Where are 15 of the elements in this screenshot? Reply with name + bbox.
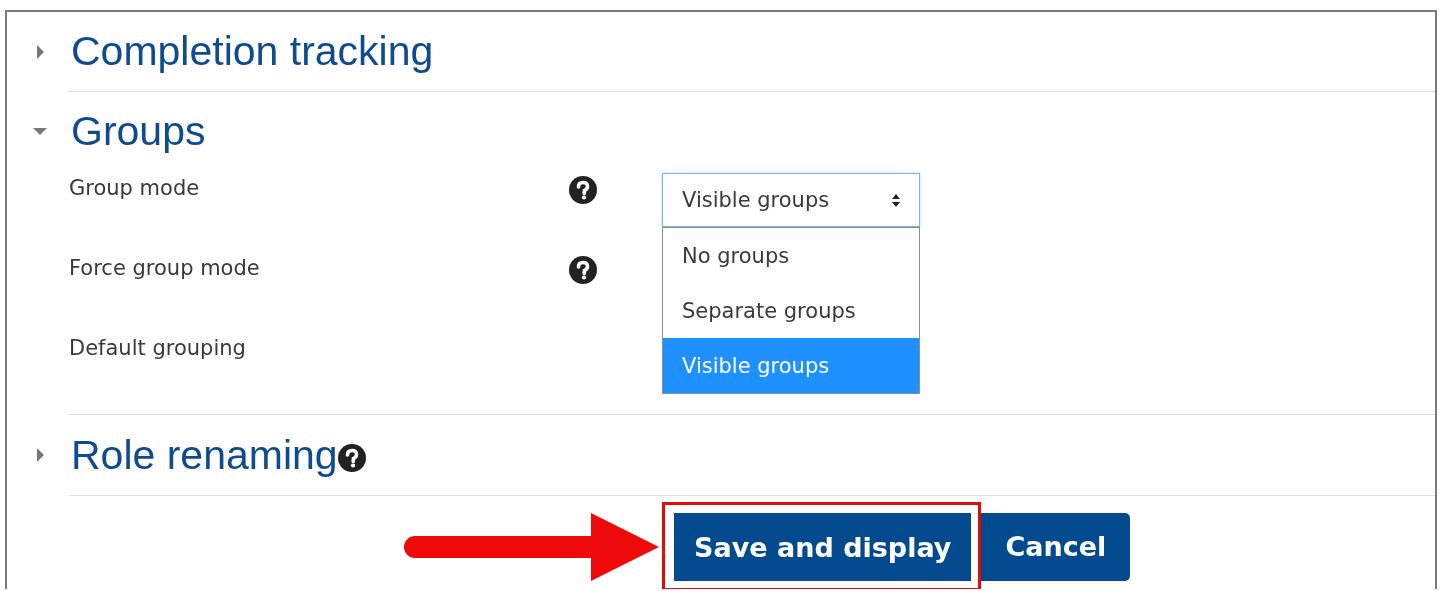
cancel-button[interactable]: Cancel bbox=[981, 512, 1131, 581]
select-field[interactable]: Visible groups bbox=[662, 173, 920, 227]
help-icon[interactable] bbox=[569, 256, 597, 284]
dropdown-option[interactable]: Separate groups bbox=[663, 283, 919, 338]
section-title[interactable]: Role renaming bbox=[71, 431, 338, 479]
dropdown-option[interactable]: No groups bbox=[663, 228, 919, 283]
help-icon[interactable] bbox=[337, 444, 366, 472]
save-button[interactable]: Save and display bbox=[674, 513, 972, 581]
help-icon[interactable] bbox=[569, 176, 597, 204]
field-label: Group mode bbox=[69, 175, 201, 200]
field-label: Default grouping bbox=[69, 335, 247, 360]
section-title[interactable]: Groups bbox=[71, 107, 206, 155]
section-title[interactable]: Completion tracking bbox=[71, 28, 434, 75]
field-label: Force group mode bbox=[69, 255, 261, 280]
sort-icon bbox=[891, 192, 901, 208]
